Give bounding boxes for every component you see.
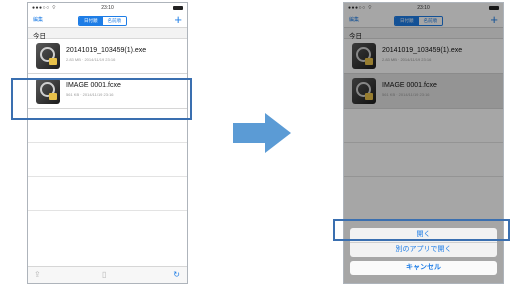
phone-screen-before: ●●●○○ ⌔ 23:10 編集 日付順 名前順 + 今日 20141019_1… <box>27 2 188 284</box>
file-row[interactable]: 20141019_103459(1).exe 2.83 MB · 2014/11… <box>28 39 187 74</box>
highlight-box <box>333 219 510 241</box>
trash-icon[interactable]: ▯ <box>102 270 106 279</box>
status-bar: ●●●○○ ⌔ 23:10 <box>28 3 187 14</box>
sort-by-date-tab[interactable]: 日付順 <box>79 17 103 25</box>
phone-screen-after: ●●●○○ ⌔ 23:10 編集 日付順 名前順 + 今日 20141019_1… <box>343 2 504 284</box>
empty-row <box>28 177 187 211</box>
share-icon[interactable]: ⇪ <box>34 270 41 279</box>
battery-icon <box>173 6 183 10</box>
section-header: 今日 <box>28 28 187 40</box>
empty-row <box>28 143 187 177</box>
file-thumbnail-icon <box>36 43 60 69</box>
sort-segmented-control: 日付順 名前順 <box>78 16 127 26</box>
arrow-right-icon <box>233 113 291 153</box>
edit-button[interactable]: 編集 <box>33 16 43 23</box>
highlight-box <box>11 78 192 120</box>
file-meta: 2.83 MB · 2014/11/19 23:16 <box>66 57 116 62</box>
open-in-other-app-button[interactable]: 別のアプリで開く <box>350 243 497 257</box>
bottom-toolbar: ⇪ ▯ ↻ <box>28 266 187 283</box>
add-button[interactable]: + <box>174 13 182 26</box>
file-name: 20141019_103459(1).exe <box>66 47 147 54</box>
refresh-icon[interactable]: ↻ <box>173 270 180 279</box>
nav-bar: 編集 日付順 名前順 + <box>28 13 187 28</box>
status-time: 23:10 <box>101 5 114 11</box>
sort-by-name-tab[interactable]: 名前順 <box>102 17 126 25</box>
cancel-button[interactable]: キャンセル <box>350 261 497 275</box>
